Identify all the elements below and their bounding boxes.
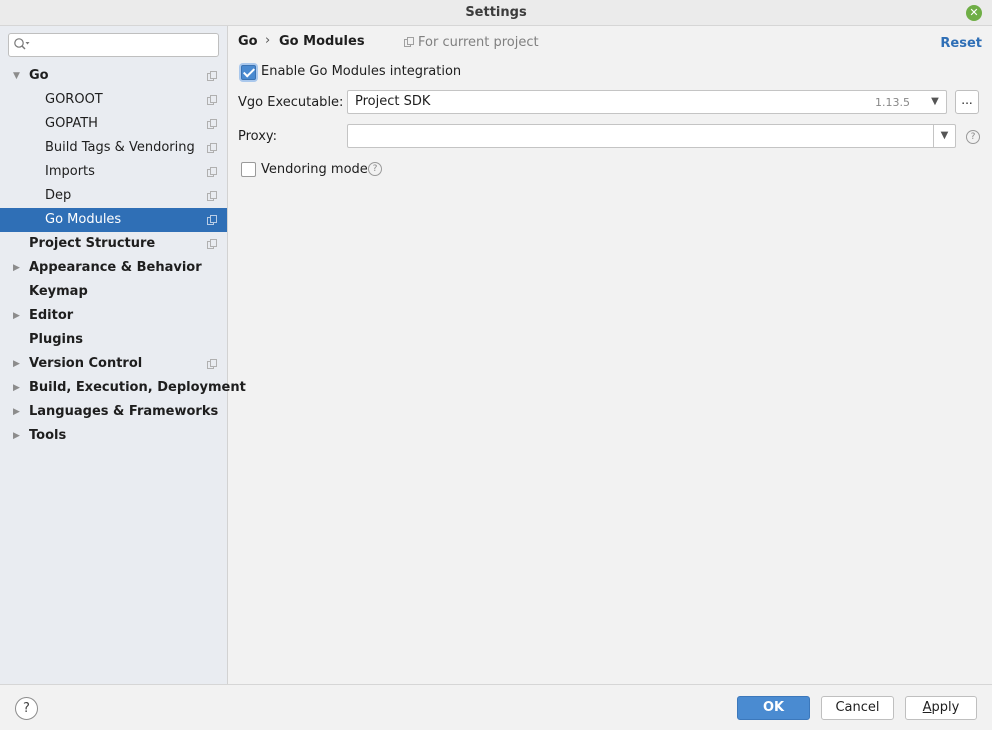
sidebar-item-label: Tools (29, 428, 67, 443)
chevron-down-icon[interactable]: ▼ (933, 125, 955, 147)
sidebar-item-label: GOPATH (45, 116, 98, 131)
project-scope-icon (207, 359, 217, 369)
cancel-button[interactable]: Cancel (821, 696, 894, 720)
vendoring-mode-checkbox[interactable] (241, 162, 256, 177)
expand-arrow-right-icon[interactable]: ▶ (13, 304, 23, 328)
enable-go-modules-label: Enable Go Modules integration (261, 64, 462, 79)
scope-text: For current project (418, 35, 539, 50)
help-button[interactable]: ? (15, 697, 38, 720)
scope-label: For current project (404, 35, 539, 50)
vendoring-help-icon[interactable]: ? (368, 162, 382, 176)
sidebar-item-label: Version Control (29, 356, 143, 371)
reset-link[interactable]: Reset (940, 36, 982, 51)
sidebar-item-editor[interactable]: ▶ Editor (0, 304, 227, 328)
project-scope-icon (207, 95, 217, 105)
search-icon (14, 38, 30, 50)
sidebar-item-appearance-behavior[interactable]: ▶ Appearance & Behavior (0, 256, 227, 280)
project-scope-icon (207, 215, 217, 225)
sidebar-item-label: Editor (29, 308, 74, 323)
expand-arrow-right-icon[interactable]: ▶ (13, 376, 23, 400)
search-input[interactable] (35, 36, 213, 54)
sidebar-item-tools[interactable]: ▶ Tools (0, 424, 227, 448)
vgo-sdk-version: 1.13.5 (875, 96, 910, 109)
apply-button[interactable]: Apply (905, 696, 977, 720)
sidebar-item-label: Plugins (29, 332, 83, 347)
sidebar-item-build-execution-deployment[interactable]: ▶ Build, Execution, Deployment (0, 376, 246, 400)
sidebar-item-label: Go (29, 68, 49, 83)
window-title: Settings (465, 5, 527, 20)
sidebar-item-label: Imports (45, 164, 95, 179)
project-scope-icon (207, 119, 217, 129)
sidebar-item-plugins[interactable]: Plugins (0, 328, 227, 352)
breadcrumb-current: Go Modules (279, 34, 365, 49)
proxy-label: Proxy: (238, 129, 278, 144)
project-scope-icon (207, 71, 217, 81)
enable-go-modules-checkbox[interactable] (241, 65, 256, 80)
search-box[interactable] (8, 33, 219, 57)
sidebar-item-project-structure[interactable]: Project Structure (0, 232, 227, 256)
sidebar-item-label: Keymap (29, 284, 88, 299)
sidebar-item-label: Build, Execution, Deployment (29, 380, 246, 395)
project-scope-icon (404, 37, 414, 47)
sidebar-item-languages-frameworks[interactable]: ▶ Languages & Frameworks (0, 400, 227, 424)
sidebar-item-imports[interactable]: Imports (0, 160, 227, 184)
proxy-select[interactable]: ▼ (347, 124, 956, 148)
sidebar-item-label: Build Tags & Vendoring (45, 140, 195, 155)
dialog-footer: ? OK Cancel Apply (0, 684, 992, 730)
browse-button[interactable]: ... (955, 90, 979, 114)
settings-content: Go › Go Modules For current project Rese… (229, 26, 992, 684)
breadcrumb-parent[interactable]: Go (238, 34, 258, 49)
apply-label-mnemonic: A (922, 700, 932, 715)
apply-label-rest: pply (931, 700, 960, 715)
sidebar-item-label: Project Structure (29, 236, 156, 251)
breadcrumb-chevron-icon: › (265, 33, 271, 48)
expand-arrow-right-icon[interactable]: ▶ (13, 400, 23, 424)
sidebar-item-go[interactable]: ▼ Go (0, 64, 227, 88)
project-scope-icon (207, 191, 217, 201)
sidebar-item-build-tags-vendoring[interactable]: Build Tags & Vendoring (0, 136, 227, 160)
sidebar-item-label: Appearance & Behavior (29, 260, 202, 275)
expand-arrow-right-icon[interactable]: ▶ (13, 424, 23, 448)
expand-arrow-down-icon[interactable]: ▼ (13, 64, 23, 88)
sidebar-item-keymap[interactable]: Keymap (0, 280, 227, 304)
sidebar-item-label: Dep (45, 188, 72, 203)
expand-arrow-right-icon[interactable]: ▶ (13, 256, 23, 280)
sidebar-item-goroot[interactable]: GOROOT (0, 88, 227, 112)
sidebar-item-label: Languages & Frameworks (29, 404, 219, 419)
project-scope-icon (207, 239, 217, 249)
ok-button[interactable]: OK (737, 696, 810, 720)
sidebar-item-version-control[interactable]: ▶ Version Control (0, 352, 227, 376)
project-scope-icon (207, 167, 217, 177)
vgo-executable-select[interactable]: Project SDK 1.13.5 ▼ (347, 90, 947, 114)
expand-arrow-right-icon[interactable]: ▶ (13, 352, 23, 376)
settings-sidebar: ▼ Go GOROOT GOPATH Build Tags & Vendoring Imp… (0, 26, 246, 684)
sidebar-item-label: GOROOT (45, 92, 103, 107)
vgo-executable-value: Project SDK (355, 94, 431, 109)
sidebar-item-label: Go Modules (45, 212, 122, 227)
vendoring-mode-label: Vendoring mode (261, 162, 368, 177)
vgo-executable-label: Vgo Executable: (238, 95, 344, 110)
chevron-down-icon[interactable]: ▼ (924, 91, 946, 113)
proxy-help-icon[interactable]: ? (966, 130, 980, 144)
sidebar-item-dep[interactable]: Dep (0, 184, 227, 208)
title-bar: Settings ✕ (0, 0, 992, 26)
project-scope-icon (207, 143, 217, 153)
sidebar-item-go-modules[interactable]: Go Modules (0, 208, 227, 232)
sidebar-item-gopath[interactable]: GOPATH (0, 112, 227, 136)
close-icon[interactable]: ✕ (966, 5, 982, 21)
